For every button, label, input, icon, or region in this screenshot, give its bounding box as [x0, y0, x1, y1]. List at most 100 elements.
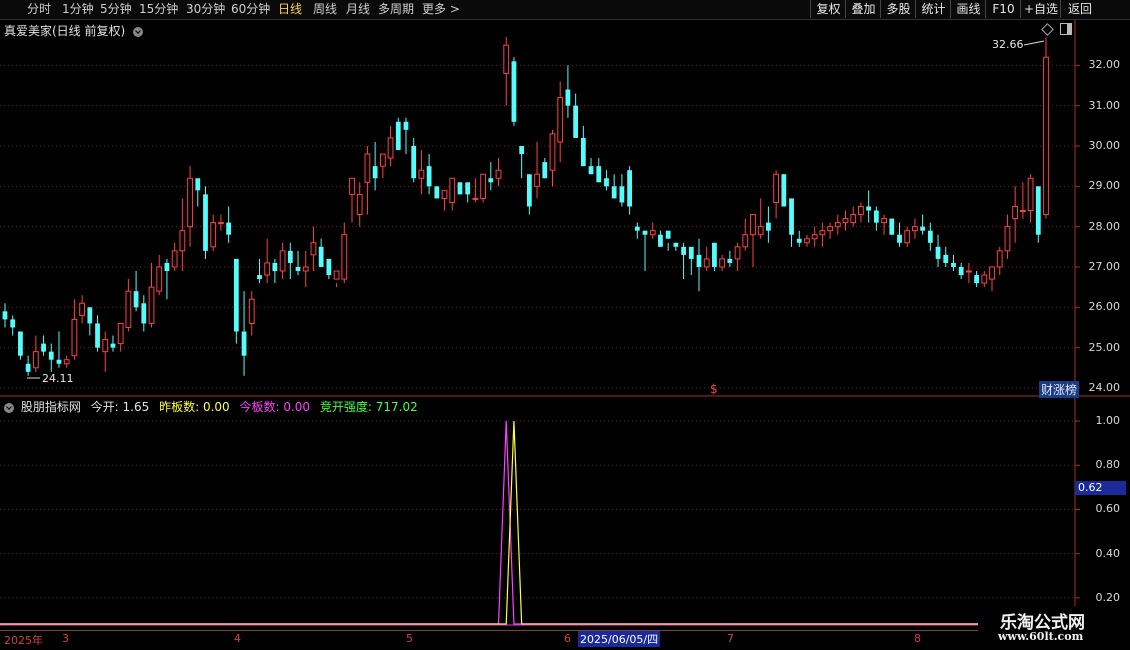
toolbar-button-1[interactable]: 叠加 — [845, 0, 881, 18]
price-tick-label: 24.00 — [1088, 380, 1121, 394]
stock-title-text: 真爱美家(日线 前复权) — [4, 24, 126, 38]
candle — [796, 230, 802, 247]
candle — [1043, 37, 1049, 219]
candle — [503, 37, 510, 106]
board-label[interactable]: 财涨榜 — [1039, 381, 1080, 398]
dropdown-icon[interactable] — [133, 26, 144, 37]
prev-board-line — [0, 421, 978, 625]
candle — [372, 141, 378, 191]
today-board-line — [0, 421, 978, 625]
toolbar-button-4[interactable]: 画线 — [950, 0, 986, 18]
candle — [935, 234, 941, 267]
period-tab-2[interactable]: 5分钟 — [100, 1, 132, 18]
low-price-label: 24.11 — [42, 372, 74, 385]
candle — [696, 238, 702, 292]
period-tab-7[interactable]: 周线 — [313, 1, 337, 18]
candle — [766, 206, 771, 243]
candle — [387, 125, 394, 167]
toolbar-button-5[interactable]: F10 — [985, 0, 1021, 18]
candle — [526, 174, 532, 215]
candle — [56, 331, 62, 368]
candle — [858, 202, 864, 223]
period-tab-6[interactable]: 日线 — [278, 1, 302, 18]
candle — [287, 242, 293, 280]
candle — [41, 335, 46, 356]
candle — [302, 250, 309, 288]
candle — [542, 158, 548, 179]
candle — [703, 246, 710, 272]
month-label: 7 — [727, 632, 734, 645]
toolbar-button-6[interactable]: +自选 — [1020, 0, 1061, 18]
candle — [379, 153, 386, 179]
toolbar-button-0[interactable]: 复权 — [810, 0, 846, 18]
candle — [981, 271, 988, 288]
candle — [712, 242, 717, 272]
candle — [495, 158, 502, 187]
candle — [248, 291, 255, 336]
panel-toggle-icon[interactable] — [1060, 23, 1072, 35]
candle — [688, 246, 694, 276]
candle — [811, 226, 818, 247]
candle — [781, 174, 787, 207]
candle — [627, 166, 632, 215]
candle — [141, 295, 147, 332]
candle — [742, 218, 749, 251]
candle — [210, 214, 217, 251]
high-arrow — [1023, 40, 1045, 46]
candle — [889, 218, 895, 235]
candle — [757, 198, 764, 239]
period-tab-0[interactable]: 分时 — [27, 1, 51, 18]
candle — [164, 258, 170, 300]
candle — [480, 173, 486, 203]
candle — [472, 178, 479, 203]
indicator-tick-label: 0.40 — [1095, 546, 1121, 560]
candle — [403, 117, 409, 155]
candle — [866, 190, 872, 223]
candle — [519, 145, 525, 179]
stock-title[interactable]: 真爱美家(日线 前复权) — [4, 22, 146, 39]
indicator-name[interactable]: 股朋指标网 — [21, 400, 81, 414]
high-price-label: 32.66 — [992, 38, 1024, 51]
period-tab-5[interactable]: 60分钟 — [231, 1, 270, 18]
month-label: 3 — [62, 632, 69, 645]
candle — [179, 198, 186, 272]
watermark-url: www.60lt.com — [998, 630, 1084, 643]
candle — [148, 262, 155, 328]
candle — [996, 246, 1003, 276]
field-prev-board-label: 昨板数: — [159, 400, 203, 414]
candle — [673, 242, 679, 251]
candle — [658, 230, 663, 247]
candle — [195, 178, 201, 207]
period-tab-4[interactable]: 30分钟 — [186, 1, 225, 18]
indicator-tick-label: 0.60 — [1095, 502, 1121, 516]
indicator-tick-label: 1.00 — [1095, 414, 1121, 428]
candle — [881, 214, 887, 235]
candle — [1027, 174, 1034, 223]
period-tab-3[interactable]: 15分钟 — [139, 1, 178, 18]
candle — [611, 174, 617, 199]
period-tab-1[interactable]: 1分钟 — [62, 1, 94, 18]
candle — [989, 266, 995, 292]
candle — [203, 186, 208, 259]
period-tab-9[interactable]: 多周期 — [378, 1, 414, 18]
year-label: 2025年 — [4, 634, 43, 647]
candle — [1012, 186, 1019, 243]
toolbar-button-7[interactable]: 返回 — [1060, 0, 1099, 18]
candle — [897, 222, 902, 247]
toolbar-button-2[interactable]: 多股 — [880, 0, 916, 18]
indicator-menu-icon[interactable] — [4, 402, 14, 413]
toolbar-button-3[interactable]: 统计 — [915, 0, 951, 18]
candle — [943, 246, 949, 267]
price-tick-label: 25.00 — [1088, 340, 1121, 354]
period-toolbar: 分时 1分钟 5分钟 15分钟 30分钟 60分钟 日线 周线 月线 多周期 更多 > 复权 叠加 多股统… — [0, 0, 1130, 20]
candle — [333, 270, 340, 288]
candle — [580, 125, 586, 167]
candle — [804, 234, 810, 247]
period-tab-8[interactable]: 月线 — [346, 1, 370, 18]
candle — [1004, 214, 1011, 259]
candle — [18, 331, 23, 360]
period-tab-10[interactable]: 更多 > — [422, 1, 460, 18]
candle — [750, 214, 756, 267]
candle — [87, 307, 93, 336]
candle — [295, 250, 301, 276]
